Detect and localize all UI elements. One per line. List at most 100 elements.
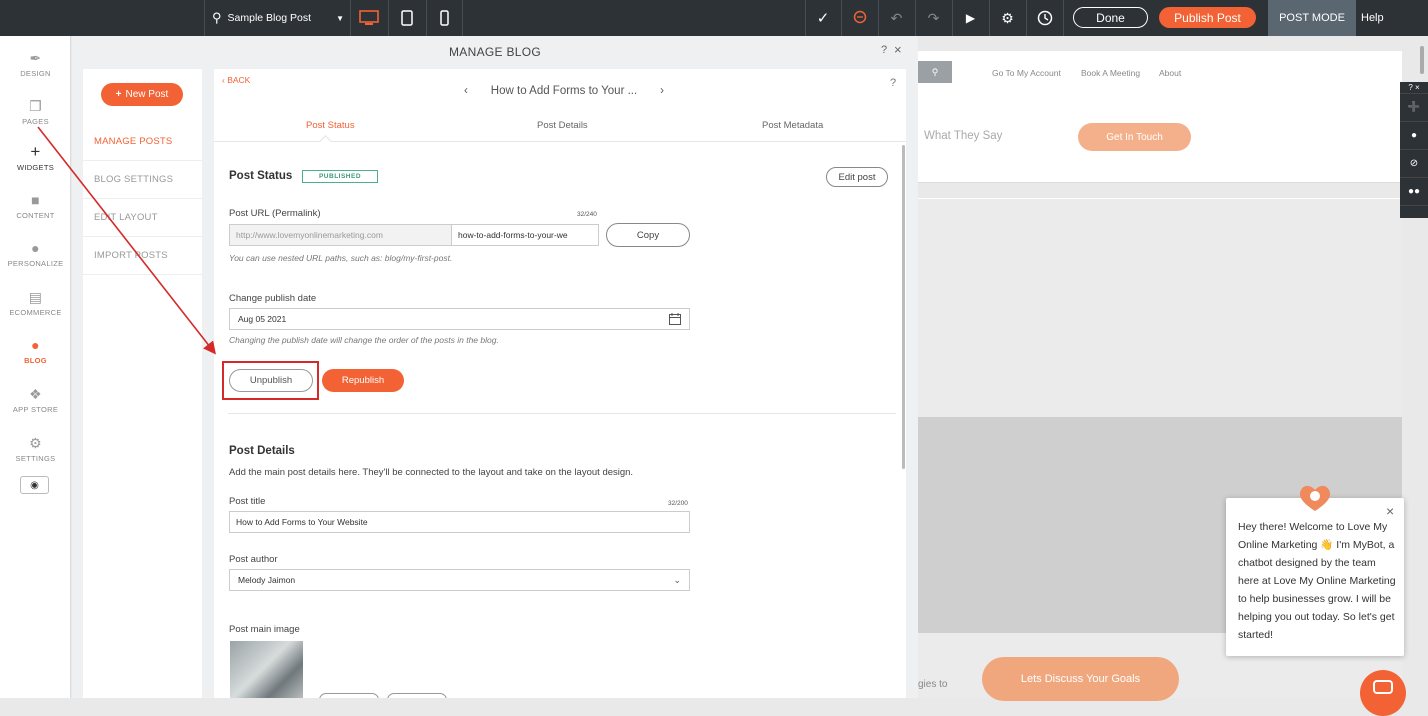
plus-icon: + [30, 141, 41, 161]
post-author-value: Melody Jaimon [238, 575, 296, 585]
plus-icon: + [115, 89, 122, 100]
new-post-button[interactable]: + New Post [101, 83, 183, 106]
unpublish-button[interactable]: Unpublish [229, 369, 313, 392]
site-bottom-text: gies to [918, 679, 948, 690]
site-link-account[interactable]: Go To My Account [992, 68, 1061, 78]
section-divider [228, 413, 896, 414]
site-scrollbar[interactable] [1420, 46, 1424, 74]
subnav-import-posts[interactable]: IMPORT POSTS [83, 237, 202, 275]
side-tool-add[interactable]: ➕ [1400, 94, 1428, 122]
title-char-count: 32/200 [668, 500, 688, 507]
republish-button[interactable]: Republish [322, 369, 404, 392]
redo-button[interactable]: ↷ [915, 0, 952, 36]
post-status-heading: Post Status [229, 170, 293, 182]
get-in-touch-button[interactable]: Get In Touch [1078, 123, 1191, 151]
prev-post-icon[interactable]: ‹ [464, 85, 468, 97]
gear-icon: ⚙ [29, 434, 42, 451]
mobile-view-button[interactable] [426, 0, 462, 36]
chat-bubble-icon [1373, 680, 1393, 694]
post-details-description: Add the main post details here. They'll … [229, 467, 634, 478]
comment-icon [853, 10, 866, 24]
rail-item-settings[interactable]: ⚙ SETTINGS [0, 425, 71, 473]
rail-label: DESIGN [20, 68, 51, 78]
publish-date-label: Change publish date [229, 293, 317, 304]
tab-post-status[interactable]: Post Status [306, 120, 355, 131]
manage-blog-panel: MANAGE BLOG ? × + New Post MANAGE POSTS B… [72, 36, 918, 698]
rail-item-ecommerce[interactable]: ▤ ECOMMERCE [0, 279, 71, 327]
folder-icon: ■ [31, 191, 40, 208]
redo-icon: ↷ [927, 9, 940, 26]
site-section [918, 198, 1402, 418]
visibility-toggle[interactable]: ◉ [20, 476, 49, 494]
edit-post-button[interactable]: Edit post [826, 167, 888, 187]
publish-date-input[interactable]: Aug 05 2021 [229, 308, 690, 330]
side-tool-chat[interactable]: ● [1400, 122, 1428, 150]
current-post-title: How to Add Forms to Your ... [490, 85, 638, 97]
next-post-icon[interactable]: › [660, 85, 664, 97]
site-tagline: What They Say [924, 130, 1003, 142]
search-icon: ⚲ [931, 66, 939, 77]
mobile-icon [439, 10, 449, 26]
panel-help-icon[interactable]: ? [881, 44, 887, 56]
url-slug-input[interactable]: how-to-add-forms-to-your-we [451, 224, 599, 246]
heart-logo-icon [1299, 485, 1331, 511]
image-action-button[interactable] [387, 693, 447, 698]
rail-item-widgets[interactable]: + WIDGETS [0, 134, 71, 182]
site-link-meeting[interactable]: Book A Meeting [1081, 68, 1140, 78]
image-action-button[interactable] [319, 693, 379, 698]
post-editor: ‹ BACK ? ‹ How to Add Forms to Your ... … [214, 69, 906, 698]
rail-item-content[interactable]: ■ CONTENT [0, 182, 71, 230]
rail-item-pages[interactable]: ❐ PAGES [0, 88, 71, 136]
side-toolbar-controls[interactable]: ? × [1400, 82, 1428, 94]
page-selector[interactable]: ⚲ Sample Blog Post ▼ [204, 0, 350, 36]
tablet-view-button[interactable] [388, 0, 426, 36]
undo-button[interactable]: ↶ [878, 0, 915, 36]
publish-post-button[interactable]: Publish Post [1159, 7, 1256, 28]
tab-post-details[interactable]: Post Details [537, 120, 588, 131]
post-url-label: Post URL (Permalink) [229, 208, 321, 219]
rail-item-blog[interactable]: ● BLOG [0, 327, 71, 375]
comments-button[interactable] [841, 0, 878, 36]
post-main-image[interactable] [230, 641, 303, 698]
site-search-button[interactable]: ⚲ [918, 61, 952, 83]
editor-help-icon[interactable]: ? [890, 77, 896, 89]
tab-indicator [319, 135, 332, 148]
eye-icon: ◉ [30, 479, 39, 491]
rail-label: BLOG [24, 355, 47, 365]
status-badge: PUBLISHED [302, 170, 378, 183]
rail-label: APP STORE [12, 404, 59, 414]
editor-scrollbar[interactable] [902, 145, 905, 469]
rail-item-design[interactable]: ✒ DESIGN [0, 40, 71, 88]
panel-close-icon[interactable]: × [894, 42, 902, 57]
rail-item-app-store[interactable]: ❖ APP STORE [0, 376, 71, 424]
desktop-view-button[interactable] [350, 0, 388, 36]
post-title-input[interactable]: How to Add Forms to Your Website [229, 511, 690, 533]
chat-close-icon[interactable]: × [1386, 503, 1394, 519]
settings-button[interactable]: ⚙ [989, 0, 1026, 36]
site-link-about[interactable]: About [1159, 68, 1181, 78]
back-link[interactable]: ‹ BACK [222, 75, 250, 85]
preview-button[interactable]: ▶ [952, 0, 989, 36]
copy-button[interactable]: Copy [606, 223, 690, 247]
chat-launcher-button[interactable] [1360, 670, 1406, 716]
tablet-icon [401, 10, 413, 26]
side-tool-users[interactable]: ●● [1400, 178, 1428, 206]
side-tool-hide[interactable]: ⊘ [1400, 150, 1428, 178]
help-button[interactable]: Help [1361, 0, 1384, 36]
subnav-blog-settings[interactable]: BLOG SETTINGS [83, 161, 202, 199]
subnav-manage-posts[interactable]: MANAGE POSTS [83, 123, 202, 161]
done-button[interactable]: Done [1073, 7, 1148, 28]
calendar-icon[interactable] [669, 313, 681, 325]
tab-post-metadata[interactable]: Post Metadata [762, 120, 823, 131]
discuss-goals-button[interactable]: Lets Discuss Your Goals [982, 657, 1179, 701]
rail-label: CONTENT [16, 210, 55, 220]
history-button[interactable] [1026, 0, 1063, 36]
clock-icon [1037, 10, 1052, 26]
subnav-edit-layout[interactable]: EDIT LAYOUT [83, 199, 202, 237]
chevron-down-icon: ⌄ [673, 574, 681, 585]
chat-message: Hey there! Welcome to Love My Online Mar… [1238, 521, 1396, 641]
rail-item-personalize[interactable]: ● PERSONALIZE [0, 230, 71, 278]
cart-icon: ▤ [28, 288, 43, 305]
checkmark-button[interactable]: ✓ [805, 0, 841, 36]
post-author-select[interactable]: Melody Jaimon ⌄ [229, 569, 690, 591]
